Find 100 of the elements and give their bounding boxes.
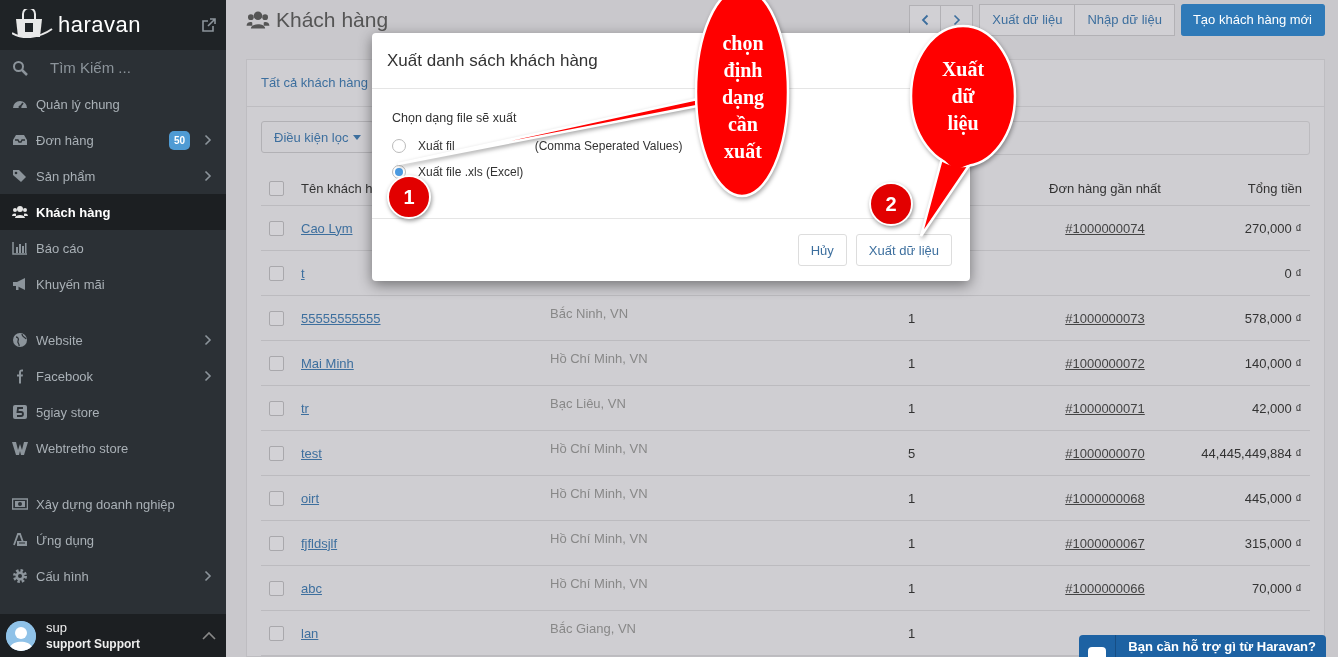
order-count-cell: 1 bbox=[908, 535, 916, 551]
sidebar-item[interactable]: Khuyến mãi bbox=[0, 266, 226, 302]
order-link[interactable]: #1000000074 bbox=[1065, 220, 1145, 236]
chevron-right-icon bbox=[204, 134, 212, 146]
order-link[interactable]: #1000000070 bbox=[1065, 445, 1145, 461]
chevron-left-icon bbox=[921, 13, 930, 26]
row-checkbox[interactable] bbox=[269, 400, 284, 416]
chevron-right-icon bbox=[204, 570, 212, 582]
customer-name-link[interactable]: tr bbox=[301, 400, 309, 416]
column-header: Tổng tiền bbox=[1247, 180, 1302, 196]
sidebar-item[interactable]: Facebook bbox=[0, 358, 226, 394]
total-cell: 44,445,449,884 ₫ bbox=[1201, 445, 1302, 461]
order-link[interactable]: #1000000071 bbox=[1065, 400, 1145, 416]
sidebar-item[interactable]: Xây dựng doanh nghiệp bbox=[0, 486, 226, 522]
users-icon bbox=[246, 9, 270, 30]
inbox-icon bbox=[12, 132, 28, 148]
header-button[interactable]: Tạo khách hàng mới bbox=[1180, 3, 1325, 36]
total-cell: 578,000 ₫ bbox=[1244, 310, 1302, 326]
customer-name-link[interactable]: Cao Lym bbox=[301, 220, 353, 236]
sidebar-item[interactable]: Báo cáo bbox=[0, 230, 226, 266]
order-count-cell: 1 bbox=[908, 580, 916, 596]
row-checkbox[interactable] bbox=[269, 580, 284, 596]
tab[interactable]: Tất cả khách hàng bbox=[261, 70, 368, 96]
megaphone-icon bbox=[12, 276, 28, 292]
external-link-icon[interactable] bbox=[202, 17, 216, 32]
sidebar-item[interactable]: Quản lý chung bbox=[0, 86, 226, 122]
sidebar-item[interactable]: Cấu hình bbox=[0, 558, 226, 594]
users-icon bbox=[12, 204, 28, 220]
chevron-up-icon[interactable] bbox=[202, 631, 216, 640]
address-cell: Hồ Chí Minh, VN bbox=[550, 440, 648, 456]
sidebar-item[interactable]: Khách hàng bbox=[0, 194, 226, 230]
sidebar-item[interactable]: Đơn hàng 50 bbox=[0, 122, 226, 158]
sidebar-item[interactable]: Webtretho store bbox=[0, 430, 226, 466]
settings-icon bbox=[12, 568, 28, 584]
chevron-right-icon bbox=[204, 170, 212, 182]
sidebar-item[interactable]: Ứng dụng bbox=[0, 522, 226, 558]
row-checkbox[interactable] bbox=[269, 625, 284, 641]
chat-icon bbox=[1088, 647, 1107, 657]
filter-dropdown[interactable]: Điều kiện lọc bbox=[261, 121, 375, 153]
address-cell: Hồ Chí Minh, VN bbox=[550, 350, 648, 366]
customer-name-link[interactable]: Mai Minh bbox=[301, 355, 354, 371]
banknote-icon bbox=[12, 496, 28, 512]
column-header: Đơn hàng gần nhất bbox=[1049, 180, 1161, 196]
order-link[interactable]: #1000000066 bbox=[1065, 580, 1145, 596]
user-full-name: support Support bbox=[46, 635, 141, 653]
total-cell: 70,000 ₫ bbox=[1251, 580, 1302, 596]
customer-name-link[interactable]: oirt bbox=[301, 490, 320, 506]
row-checkbox[interactable] bbox=[269, 310, 284, 326]
order-link[interactable]: #1000000072 bbox=[1065, 355, 1145, 371]
order-count-cell: 5 bbox=[908, 445, 916, 461]
customer-name-link[interactable]: 55555555555 bbox=[301, 310, 381, 326]
avatar-icon bbox=[6, 620, 36, 651]
chat-support-button[interactable]: Bạn cần hỗ trợ gì từ Haravan? bbox=[1079, 635, 1326, 657]
dialog-button[interactable]: Xuất dữ liệu bbox=[855, 234, 952, 266]
order-link[interactable]: #1000000067 bbox=[1065, 535, 1145, 551]
dialog-button[interactable]: Hủy bbox=[797, 234, 847, 266]
address-cell: Bắc Ninh, VN bbox=[550, 305, 629, 321]
header-button[interactable]: Xuất dữ liệu bbox=[979, 3, 1076, 36]
total-cell: 445,000 ₫ bbox=[1244, 490, 1302, 506]
column-header: Tên khách h bbox=[301, 180, 373, 196]
order-count-cell: 1 bbox=[908, 400, 916, 416]
row-checkbox[interactable] bbox=[269, 265, 284, 281]
customer-name-link[interactable]: t bbox=[301, 265, 305, 281]
chevron-right-icon bbox=[952, 13, 961, 26]
total-cell: 315,000 ₫ bbox=[1244, 535, 1302, 551]
previous-button[interactable] bbox=[909, 4, 942, 35]
customer-name-link[interactable]: test bbox=[301, 445, 322, 461]
caret-icon bbox=[353, 134, 362, 140]
shopping-bag-logo-icon bbox=[12, 8, 54, 41]
total-cell: 0 ₫ bbox=[1284, 265, 1302, 281]
order-count-cell: 1 bbox=[908, 310, 916, 326]
row-checkbox[interactable] bbox=[269, 535, 284, 551]
row-checkbox[interactable] bbox=[269, 490, 284, 506]
brand-name: haravan bbox=[58, 11, 142, 38]
count-badge: 50 bbox=[168, 130, 190, 150]
row-checkbox[interactable] bbox=[269, 355, 284, 371]
prompt-text: Chọn dạng file sẽ xuất bbox=[392, 111, 517, 125]
total-cell: 270,000 ₫ bbox=[1244, 220, 1302, 236]
search-field[interactable]: Tìm Kiếm ... bbox=[48, 58, 212, 78]
row-checkbox[interactable] bbox=[269, 220, 284, 236]
row-checkbox[interactable] bbox=[269, 180, 284, 196]
address-cell: Hồ Chí Minh, VN bbox=[550, 485, 648, 501]
square-logo-icon bbox=[12, 404, 28, 420]
customer-name-link[interactable]: fjfldsjlf bbox=[301, 535, 338, 551]
chevron-right-icon bbox=[204, 370, 212, 382]
address-cell: Hồ Chí Minh, VN bbox=[550, 530, 648, 546]
customer-name-link[interactable]: lan bbox=[301, 625, 319, 641]
order-link[interactable]: #1000000073 bbox=[1065, 310, 1145, 326]
sidebar-item[interactable]: 5giay store bbox=[0, 394, 226, 430]
letter-f-icon bbox=[17, 368, 23, 384]
customer-name-link[interactable]: abc bbox=[301, 580, 322, 596]
option-label: (Comma Seperated Values) bbox=[534, 139, 683, 153]
tag-icon bbox=[12, 168, 28, 184]
order-count-cell: 1 bbox=[908, 625, 916, 641]
order-link[interactable]: #1000000068 bbox=[1065, 490, 1145, 506]
sidebar-item[interactable]: Website bbox=[0, 322, 226, 358]
row-checkbox[interactable] bbox=[269, 445, 284, 461]
header-button[interactable]: Nhập dữ liệu bbox=[1075, 3, 1175, 36]
globe-icon bbox=[12, 332, 28, 348]
sidebar-item[interactable]: Sản phẩm bbox=[0, 158, 226, 194]
